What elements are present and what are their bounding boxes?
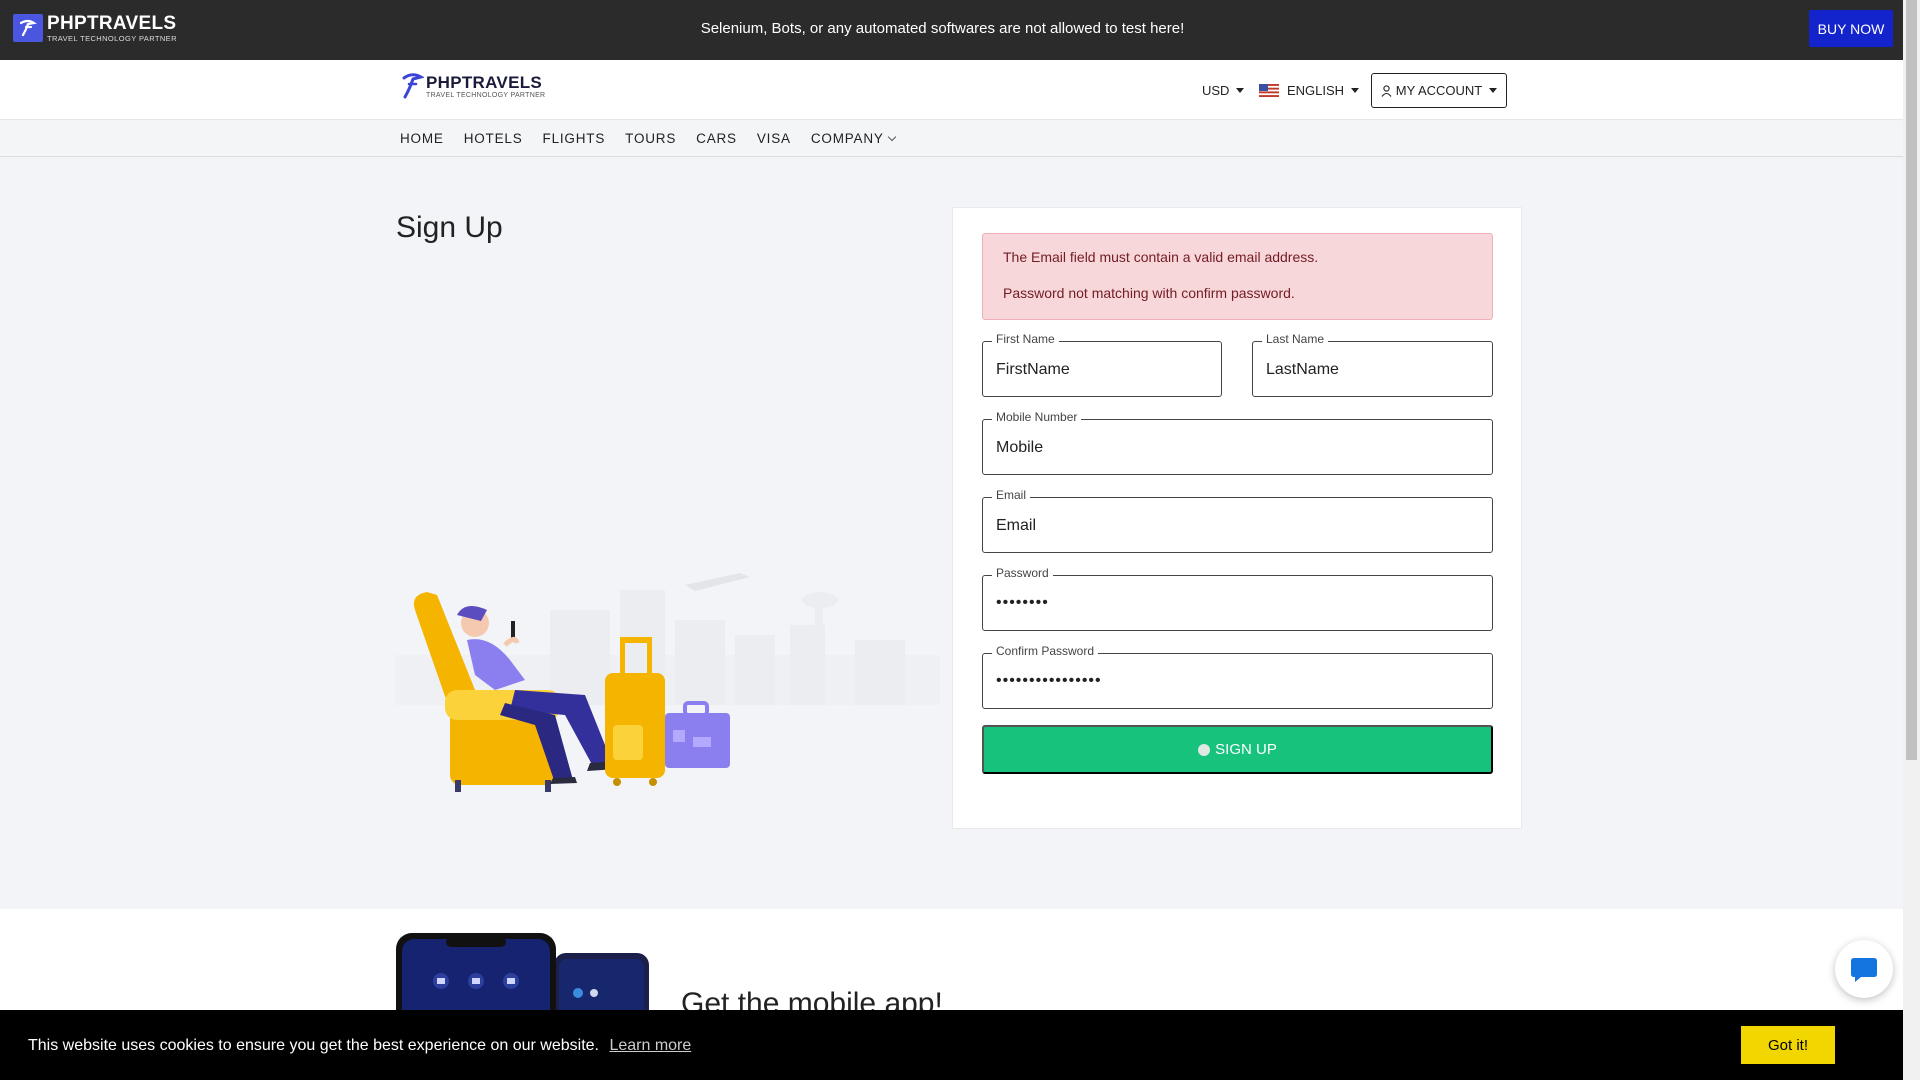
currency-dropdown[interactable]: USD <box>1202 77 1245 103</box>
password-value: •••••••• <box>996 594 1049 611</box>
mobile-number-value: Mobile <box>996 439 1044 456</box>
nav-item-home[interactable]: HOME <box>396 131 448 146</box>
chat-widget-button[interactable] <box>1835 940 1893 998</box>
chevron-down-icon <box>1236 87 1245 93</box>
nav-item-company[interactable]: COMPANY <box>807 131 899 146</box>
phptravels-logo-icon <box>402 73 424 99</box>
language-label: ENGLISH <box>1287 82 1345 98</box>
email-field[interactable]: Email Email <box>982 488 1493 553</box>
us-flag-icon <box>1259 83 1279 97</box>
mobile-number-label: Mobile Number <box>992 410 1082 424</box>
header-logo-name: PHPTRAVELS <box>426 72 543 92</box>
page-title: Sign Up <box>396 211 503 244</box>
cookie-accept-button[interactable]: Got it! <box>1741 1026 1835 1064</box>
scrollbar-thumb[interactable] <box>1906 0 1917 760</box>
confirm-password-field[interactable]: Confirm Password •••••••••••••••• <box>982 644 1493 709</box>
last-name-field[interactable]: Last Name LastName <box>1252 332 1493 397</box>
sign-up-button[interactable]: SIGN UP <box>982 725 1493 774</box>
password-error-message: Password not matching with confirm passw… <box>1003 285 1295 301</box>
nav-item-visa[interactable]: VISA <box>753 131 795 146</box>
first-name-label: First Name <box>992 332 1059 346</box>
loading-dot-icon <box>1198 743 1211 756</box>
nav-item-flights[interactable]: FLIGHTS <box>539 131 610 146</box>
email-error-message: The Email field must contain a valid ema… <box>1003 249 1319 265</box>
cookie-message: This website uses cookies to ensure you … <box>28 1037 599 1054</box>
nav-item-company-label: COMPANY <box>810 131 884 146</box>
first-name-field[interactable]: First Name FirstName <box>982 332 1222 397</box>
confirm-password-value: •••••••••••••••• <box>996 672 1102 689</box>
my-account-label: MY ACCOUNT <box>1395 83 1483 98</box>
buy-now-button[interactable]: BUY NOW <box>1809 10 1893 47</box>
traveler-illustration <box>395 573 940 792</box>
header-logo-tagline: TRAVEL TECHNOLOGY PARTNER <box>426 91 546 99</box>
currency-label: USD <box>1202 82 1230 98</box>
page-scrollbar[interactable] <box>1903 0 1920 1080</box>
site-header: PHPTRAVELS TRAVEL TECHNOLOGY PARTNER USD… <box>0 60 1903 120</box>
signup-card: The Email field must contain a valid ema… <box>952 207 1522 829</box>
first-name-value: FirstName <box>996 361 1070 378</box>
header-logo[interactable]: PHPTRAVELS TRAVEL TECHNOLOGY PARTNER <box>400 71 545 101</box>
user-icon <box>1381 84 1392 97</box>
chevron-down-icon <box>1489 88 1498 93</box>
nav-item-hotels[interactable]: HOTELS <box>460 131 527 146</box>
nav-item-tours[interactable]: TOURS <box>621 131 680 146</box>
last-name-value: LastName <box>1266 361 1339 378</box>
cookie-consent-bar: This website uses cookies to ensure you … <box>0 1010 1903 1080</box>
confirm-password-label: Confirm Password <box>992 644 1099 658</box>
mobile-number-field[interactable]: Mobile Number Mobile <box>982 410 1493 475</box>
main-navigation: HOME HOTELS FLIGHTS TOURS CARS VISA COMP… <box>0 121 1903 157</box>
chat-bubble-icon <box>1851 958 1877 982</box>
error-alert: The Email field must contain a valid ema… <box>982 233 1493 320</box>
learn-more-link[interactable]: Learn more <box>609 1037 691 1054</box>
nav-item-cars[interactable]: CARS <box>692 131 741 146</box>
last-name-label: Last Name <box>1262 332 1329 346</box>
sign-up-label: SIGN UP <box>1215 741 1277 758</box>
password-label: Password <box>992 566 1053 580</box>
chevron-down-icon <box>887 132 896 142</box>
top-announcement-bar: PHPTRAVELS TRAVEL TECHNOLOGY PARTNER Sel… <box>0 0 1903 60</box>
my-account-button[interactable]: MY ACCOUNT <box>1371 73 1507 108</box>
language-dropdown[interactable]: ENGLISH <box>1259 77 1360 103</box>
password-field[interactable]: Password •••••••• <box>982 566 1493 631</box>
email-value: Email <box>996 517 1037 534</box>
email-label: Email <box>992 488 1031 502</box>
automation-notice: Selenium, Bots, or any automated softwar… <box>700 20 1185 37</box>
cookie-message-container: This website uses cookies to ensure you … <box>28 1037 691 1055</box>
chevron-down-icon <box>1351 87 1360 93</box>
